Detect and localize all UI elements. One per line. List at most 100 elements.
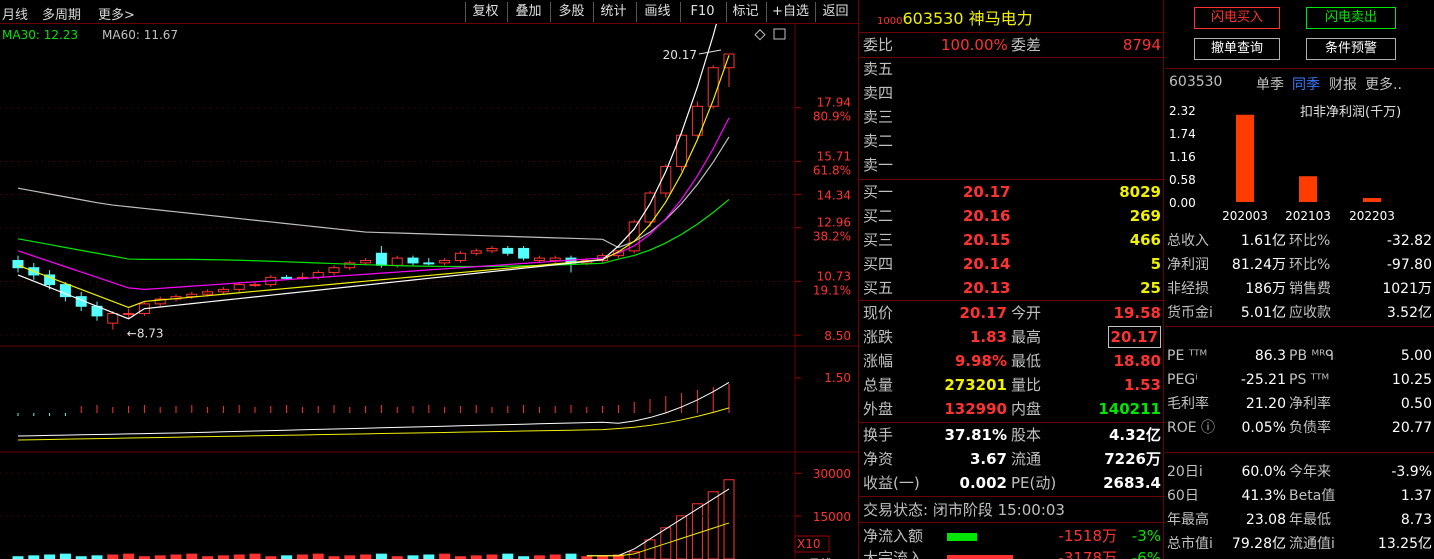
stat2-label: PE(动) (1011, 474, 1057, 492)
fin-value: 13.25亿 (1377, 536, 1432, 552)
btn-add-watch[interactable]: +自选 (766, 2, 814, 22)
fin-row: 净利润 81.24万 环比% -97.80 (1165, 253, 1434, 277)
bar-xlabel: 202003 (1222, 209, 1268, 223)
weicha-label: 委差 (1011, 36, 1042, 54)
vol-ma5 (586, 488, 730, 557)
kline-svg: 17.9480.9% 15.7161.8% 14.34 12.9638.2% 10.73… (0, 24, 858, 559)
volume-bar (44, 554, 56, 559)
stock-name: 神马电力 (968, 9, 1033, 28)
ask-label: 卖二 (863, 132, 894, 150)
more-menu[interactable]: 更多> (98, 4, 135, 23)
candle-body (486, 247, 498, 252)
ma60-line (17, 136, 730, 249)
candle-body (375, 252, 387, 266)
ask-row: 卖二 (859, 130, 1165, 152)
ma20-line (17, 117, 730, 291)
weicha-value: 8794 (1122, 36, 1161, 54)
stat-row: 现价 20.17 今开 19.58 (859, 302, 1165, 324)
flash-sell-button[interactable]: 闪电卖出 (1306, 7, 1396, 29)
volume-bar (170, 554, 182, 559)
fin-label: PEGⁱ (1167, 372, 1198, 388)
fin-row: 年最高 23.08 年最低 8.73 (1165, 508, 1434, 532)
bar-ytick: 0.58 (1169, 173, 1196, 187)
stat-label: 量比 (1011, 376, 1042, 394)
cancel-query-button[interactable]: 撤单查询 (1194, 38, 1280, 60)
tab-more[interactable]: 更多.. (1365, 74, 1402, 94)
stat-label: 涨跌 (863, 328, 894, 346)
volume-bar (249, 553, 261, 559)
btn-overlay[interactable]: 叠加 (507, 2, 549, 22)
period-monthly[interactable]: 月线 (2, 4, 28, 23)
btn-rights[interactable]: 复权 (465, 2, 505, 22)
fin-label: 环比% (1289, 233, 1331, 249)
fin-label: 年最高 (1167, 512, 1209, 528)
btn-mark[interactable]: 标记 (726, 2, 764, 22)
bid-price: 20.15 (963, 231, 1011, 249)
tab-code[interactable]: 603530 (1169, 74, 1222, 90)
ma5-line (17, 24, 717, 320)
candle-body (549, 257, 561, 261)
fib-tick: 80.9% (813, 110, 851, 124)
fin-row: PEGⁱ -25.21 PS ᵀᵀᴹ 10.25 (1165, 368, 1434, 392)
kline-chart[interactable]: 17.94 80.9% 15.71 61.8% 14.34 12.96 38.2% 10.73… (0, 24, 858, 559)
btn-f10[interactable]: F10 (680, 2, 724, 22)
btn-stats[interactable]: 统计 (593, 2, 633, 22)
stat2-label: 股本 (1011, 426, 1042, 444)
volume-bar (186, 553, 198, 559)
fin-value: -97.80 (1386, 257, 1432, 273)
volume-bar (296, 554, 308, 559)
tab-same-quarter[interactable]: 同季 (1292, 74, 1320, 94)
fin-label: 货币金i (1167, 305, 1213, 321)
fin-tabs: 603530 单季 同季 财报 更多.. (1169, 74, 1434, 94)
btn-draw[interactable]: 画线 (636, 2, 678, 22)
flow-bar (947, 533, 977, 541)
bar-xlabel: 202103 (1285, 209, 1331, 223)
tab-report[interactable]: 财报 (1329, 74, 1357, 94)
fin-label: 总收入 (1167, 233, 1209, 249)
ma30-legend: MA30: 12.23 (2, 28, 79, 42)
macd-tick: 1.50 (824, 371, 851, 385)
fin-row: 60日 41.3% Beta值 1.37 (1165, 484, 1434, 508)
weibi-value: 100.00% (941, 36, 1008, 54)
fin-label: PS ᵀᵀᴹ (1289, 372, 1330, 388)
btn-multistock[interactable]: 多股 (550, 2, 592, 22)
volume-bar (549, 554, 561, 559)
stat-row: 涨幅 9.98% 最低 18.80 (859, 350, 1165, 372)
stat-label: 最高 (1011, 328, 1042, 346)
fin-row: 总市值i 79.28亿 流通值i 13.25亿 (1165, 532, 1434, 556)
condition-alert-button[interactable]: 条件预警 (1306, 38, 1396, 60)
fin-value: 41.3% (1241, 488, 1286, 504)
stat-label: 涨幅 (863, 352, 894, 370)
bid-price: 20.14 (963, 255, 1011, 273)
candle-body (423, 262, 435, 265)
flash-buy-button[interactable]: 闪电买入 (1194, 7, 1280, 29)
flow-pct: -6% (1131, 549, 1161, 559)
stock-code: 603530 (902, 9, 964, 28)
fin-value: 20.77 (1391, 420, 1432, 436)
fin-value: 0.50 (1400, 396, 1432, 412)
fin-value: -32.82 (1386, 233, 1432, 249)
fin-label: 60日 (1167, 488, 1199, 504)
finance-panel: 闪电买入 闪电卖出 撤单查询 条件预警 603530 单季 同季 财报 更多..… (1165, 0, 1434, 559)
stat2-value: 2683.4 (1103, 474, 1161, 492)
candle-body (533, 257, 545, 261)
volume-bar (375, 553, 387, 559)
stat2-value: 7226万 (1104, 450, 1161, 468)
flow-bar (947, 555, 1013, 559)
fin-row: 货币金i 5.01亿 应收款 3.52亿 (1165, 301, 1434, 325)
multi-period[interactable]: 多周期 (42, 4, 81, 23)
profit-bar (1236, 114, 1254, 202)
bid-volume: 269 (1129, 207, 1161, 225)
bid-row: 买二 20.16 269 (859, 205, 1165, 227)
tab-quarter[interactable]: 单季 (1256, 74, 1284, 94)
volume-bar (691, 503, 703, 559)
fin-divider (1165, 326, 1434, 327)
candle-body (502, 247, 514, 254)
bid-label: 买二 (863, 207, 894, 225)
stat-row: 外盘 132990 内盘 140211 (859, 398, 1165, 420)
btn-back[interactable]: 返回 (815, 2, 855, 22)
trade-status: 交易状态: 闭市阶段 15:00:03 (859, 499, 1165, 521)
stat2-label: 收益(一) (863, 474, 920, 492)
fin-row: 非经损 186万 销售费 1021万 (1165, 277, 1434, 301)
fin-divider (1165, 452, 1434, 453)
